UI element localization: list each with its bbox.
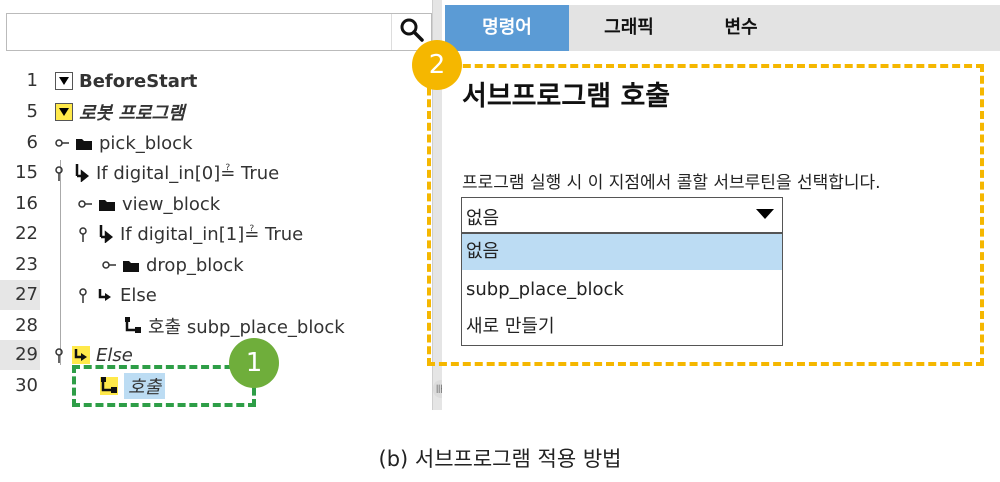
collapse-triangle-icon[interactable] xyxy=(55,72,73,90)
tree-row[interactable]: 1 BeforeStart xyxy=(0,66,432,96)
tree-node-label: Else xyxy=(120,284,157,306)
tree-row[interactable]: 16 view_block xyxy=(0,189,432,219)
tree-node-label: view_block xyxy=(122,193,221,215)
tab-bar: 명령어 그래픽 변수 xyxy=(445,5,1000,51)
folder-icon xyxy=(75,134,93,152)
if-branch-icon xyxy=(96,225,114,243)
search-field[interactable] xyxy=(6,13,432,51)
line-number: 23 xyxy=(15,254,38,275)
tree-node-label: If digital_in[0]≟ True xyxy=(96,162,280,184)
highlight-box-green xyxy=(72,365,256,407)
tree-row[interactable]: 28 호출 subp_place_block xyxy=(0,311,432,341)
tree-row[interactable]: 27 Else xyxy=(0,280,432,310)
tree-node-label: BeforeStart xyxy=(79,70,198,92)
line-number: 5 xyxy=(26,101,38,122)
line-number: 16 xyxy=(15,193,38,214)
line-number: 30 xyxy=(15,375,38,396)
tree-node-label: Else xyxy=(96,344,133,366)
figure-caption: (b) 서브프로그램 적용 방법 xyxy=(378,447,622,471)
tree-row[interactable]: 15 If digital_in[0]≟ True xyxy=(0,158,432,188)
folder-icon xyxy=(98,195,116,213)
tree-node-label: If digital_in[1]≟ True xyxy=(120,223,304,245)
tree-row[interactable]: 5 로봇 프로그램 xyxy=(0,97,432,127)
expand-pin-icon[interactable] xyxy=(52,348,66,363)
highlight-box-yellow xyxy=(427,64,984,366)
line-number: 1 xyxy=(26,70,38,91)
tree-node-label: drop_block xyxy=(146,254,244,276)
tab-graphics[interactable]: 그래픽 xyxy=(569,5,689,51)
search-icon xyxy=(399,17,425,47)
call-subprogram-icon xyxy=(124,317,142,335)
step-badge-2: 2 xyxy=(412,40,462,90)
else-branch-icon xyxy=(72,346,90,364)
tree-row[interactable]: 6 pick_block xyxy=(0,128,432,158)
if-branch-icon xyxy=(72,164,90,182)
tree-node-label: 로봇 프로그램 xyxy=(79,103,185,124)
line-number: 22 xyxy=(15,223,38,244)
line-number: 15 xyxy=(15,162,38,183)
tree-row[interactable]: 22 If digital_in[1]≟ True xyxy=(0,219,432,249)
tab-commands[interactable]: 명령어 xyxy=(445,5,569,51)
step-badge-1: 1 xyxy=(229,338,279,388)
expand-pin-icon[interactable] xyxy=(52,166,66,181)
else-branch-icon xyxy=(96,286,114,304)
tree-row[interactable]: 23 drop_block xyxy=(0,250,432,280)
folder-icon xyxy=(122,256,140,274)
expand-pin-icon[interactable] xyxy=(76,288,90,303)
line-number: 29 xyxy=(0,340,40,370)
expand-pin-icon[interactable] xyxy=(76,227,90,242)
search-input[interactable] xyxy=(7,14,391,50)
line-number: 6 xyxy=(26,132,38,153)
tree-node-label: 호출 subp_place_block xyxy=(148,317,345,338)
expand-pin-icon[interactable] xyxy=(78,197,92,211)
tree-node-label: pick_block xyxy=(99,132,193,154)
line-number: 28 xyxy=(15,315,38,336)
expand-pin-icon[interactable] xyxy=(55,136,69,150)
collapse-triangle-icon[interactable] xyxy=(55,103,73,121)
tab-variables[interactable]: 변수 xyxy=(689,5,793,51)
expand-pin-icon[interactable] xyxy=(102,258,116,272)
program-tree-panel: 1 BeforeStart 5 로봇 프로그램 6 pick_block 15 … xyxy=(0,0,432,410)
line-number: 27 xyxy=(0,280,40,310)
